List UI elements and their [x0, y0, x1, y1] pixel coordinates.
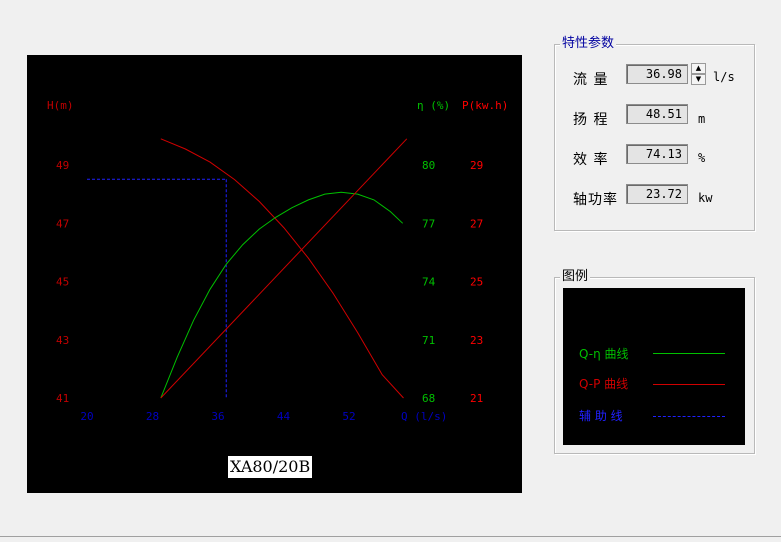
y-tick-head-45: 45 — [56, 276, 69, 289]
y-axis-label-head: H(m) — [47, 99, 74, 112]
x-tick-28: 28 — [146, 410, 159, 423]
spinner-up-button[interactable]: ▲ — [691, 63, 706, 74]
y-tick-efficiency-80: 80 — [422, 159, 435, 172]
series-power-curve — [160, 138, 408, 399]
efficiency-unit: % — [698, 151, 706, 165]
x-tick-44: 44 — [277, 410, 291, 423]
shaft-power-unit: kw — [698, 191, 713, 205]
legend-panel: Q-η 曲线 Q-P 曲线 辅 助 线 — [563, 288, 745, 445]
legend-group-title: 图例 — [560, 269, 591, 285]
y-tick-power-29: 29 — [470, 159, 483, 172]
y-tick-power-21: 21 — [470, 392, 483, 405]
head-value: 48.51 — [626, 104, 688, 124]
legend-power-line — [653, 384, 725, 385]
flow-input[interactable]: 36.98 — [626, 64, 688, 84]
y-tick-power-23: 23 — [470, 334, 483, 347]
shaft-power-value: 23.72 — [626, 184, 688, 204]
x-tick-52: 52 — [342, 410, 355, 423]
characteristic-params-group: 特性参数 流 量 36.98 ▲ ▼ l/s 扬 程 48.51 m 效 率 7… — [554, 36, 755, 231]
y-axis-label-power: P(kw.h) — [462, 99, 508, 112]
y-tick-head-43: 43 — [56, 334, 69, 347]
spinner-down-button[interactable]: ▼ — [691, 74, 706, 85]
flow-label: 流 量 — [573, 72, 609, 88]
x-tick-36: 36 — [211, 410, 224, 423]
legend-group: 图例 Q-η 曲线 Q-P 曲线 辅 助 线 — [554, 269, 755, 454]
y-tick-head-47: 47 — [56, 217, 69, 230]
legend-efficiency-label: Q-η 曲线 — [579, 347, 629, 361]
y-tick-power-25: 25 — [470, 276, 483, 289]
y-tick-efficiency-74: 74 — [422, 276, 436, 289]
efficiency-value: 74.13 — [626, 144, 688, 164]
legend-efficiency-line — [653, 353, 725, 354]
shaft-power-label: 轴功率 — [573, 192, 618, 208]
y-tick-power-27: 27 — [470, 217, 483, 230]
y-tick-efficiency-71: 71 — [422, 334, 435, 347]
performance-chart: H(m) η (%) P(kw.h) 49 47 45 43 41 80 77 74 71 68 29 27… — [27, 55, 522, 493]
x-tick-20: 20 — [80, 410, 93, 423]
window-bottom-edge — [0, 536, 781, 537]
y-tick-efficiency-77: 77 — [422, 217, 435, 230]
flow-unit: l/s — [713, 70, 735, 84]
chart-svg: H(m) η (%) P(kw.h) 49 47 45 43 41 80 77 74 71 68 29 27… — [47, 99, 508, 423]
head-label: 扬 程 — [573, 112, 609, 128]
flow-spinner[interactable]: ▲ ▼ — [691, 63, 706, 85]
legend-power-label: Q-P 曲线 — [579, 377, 629, 391]
y-tick-head-49: 49 — [56, 159, 69, 172]
y-tick-efficiency-68: 68 — [422, 392, 435, 405]
head-unit: m — [698, 112, 706, 126]
legend-aux-label: 辅 助 线 — [579, 409, 623, 423]
y-axis-label-efficiency: η (%) — [417, 99, 450, 112]
params-group-title: 特性参数 — [560, 36, 617, 52]
legend-aux-line — [653, 416, 725, 417]
x-axis-label: Q (l/s) — [401, 410, 447, 423]
efficiency-label: 效 率 — [573, 152, 609, 168]
y-tick-head-41: 41 — [56, 392, 69, 405]
series-efficiency-curve — [160, 191, 404, 399]
pump-model-label: XA80/20B — [228, 456, 313, 478]
